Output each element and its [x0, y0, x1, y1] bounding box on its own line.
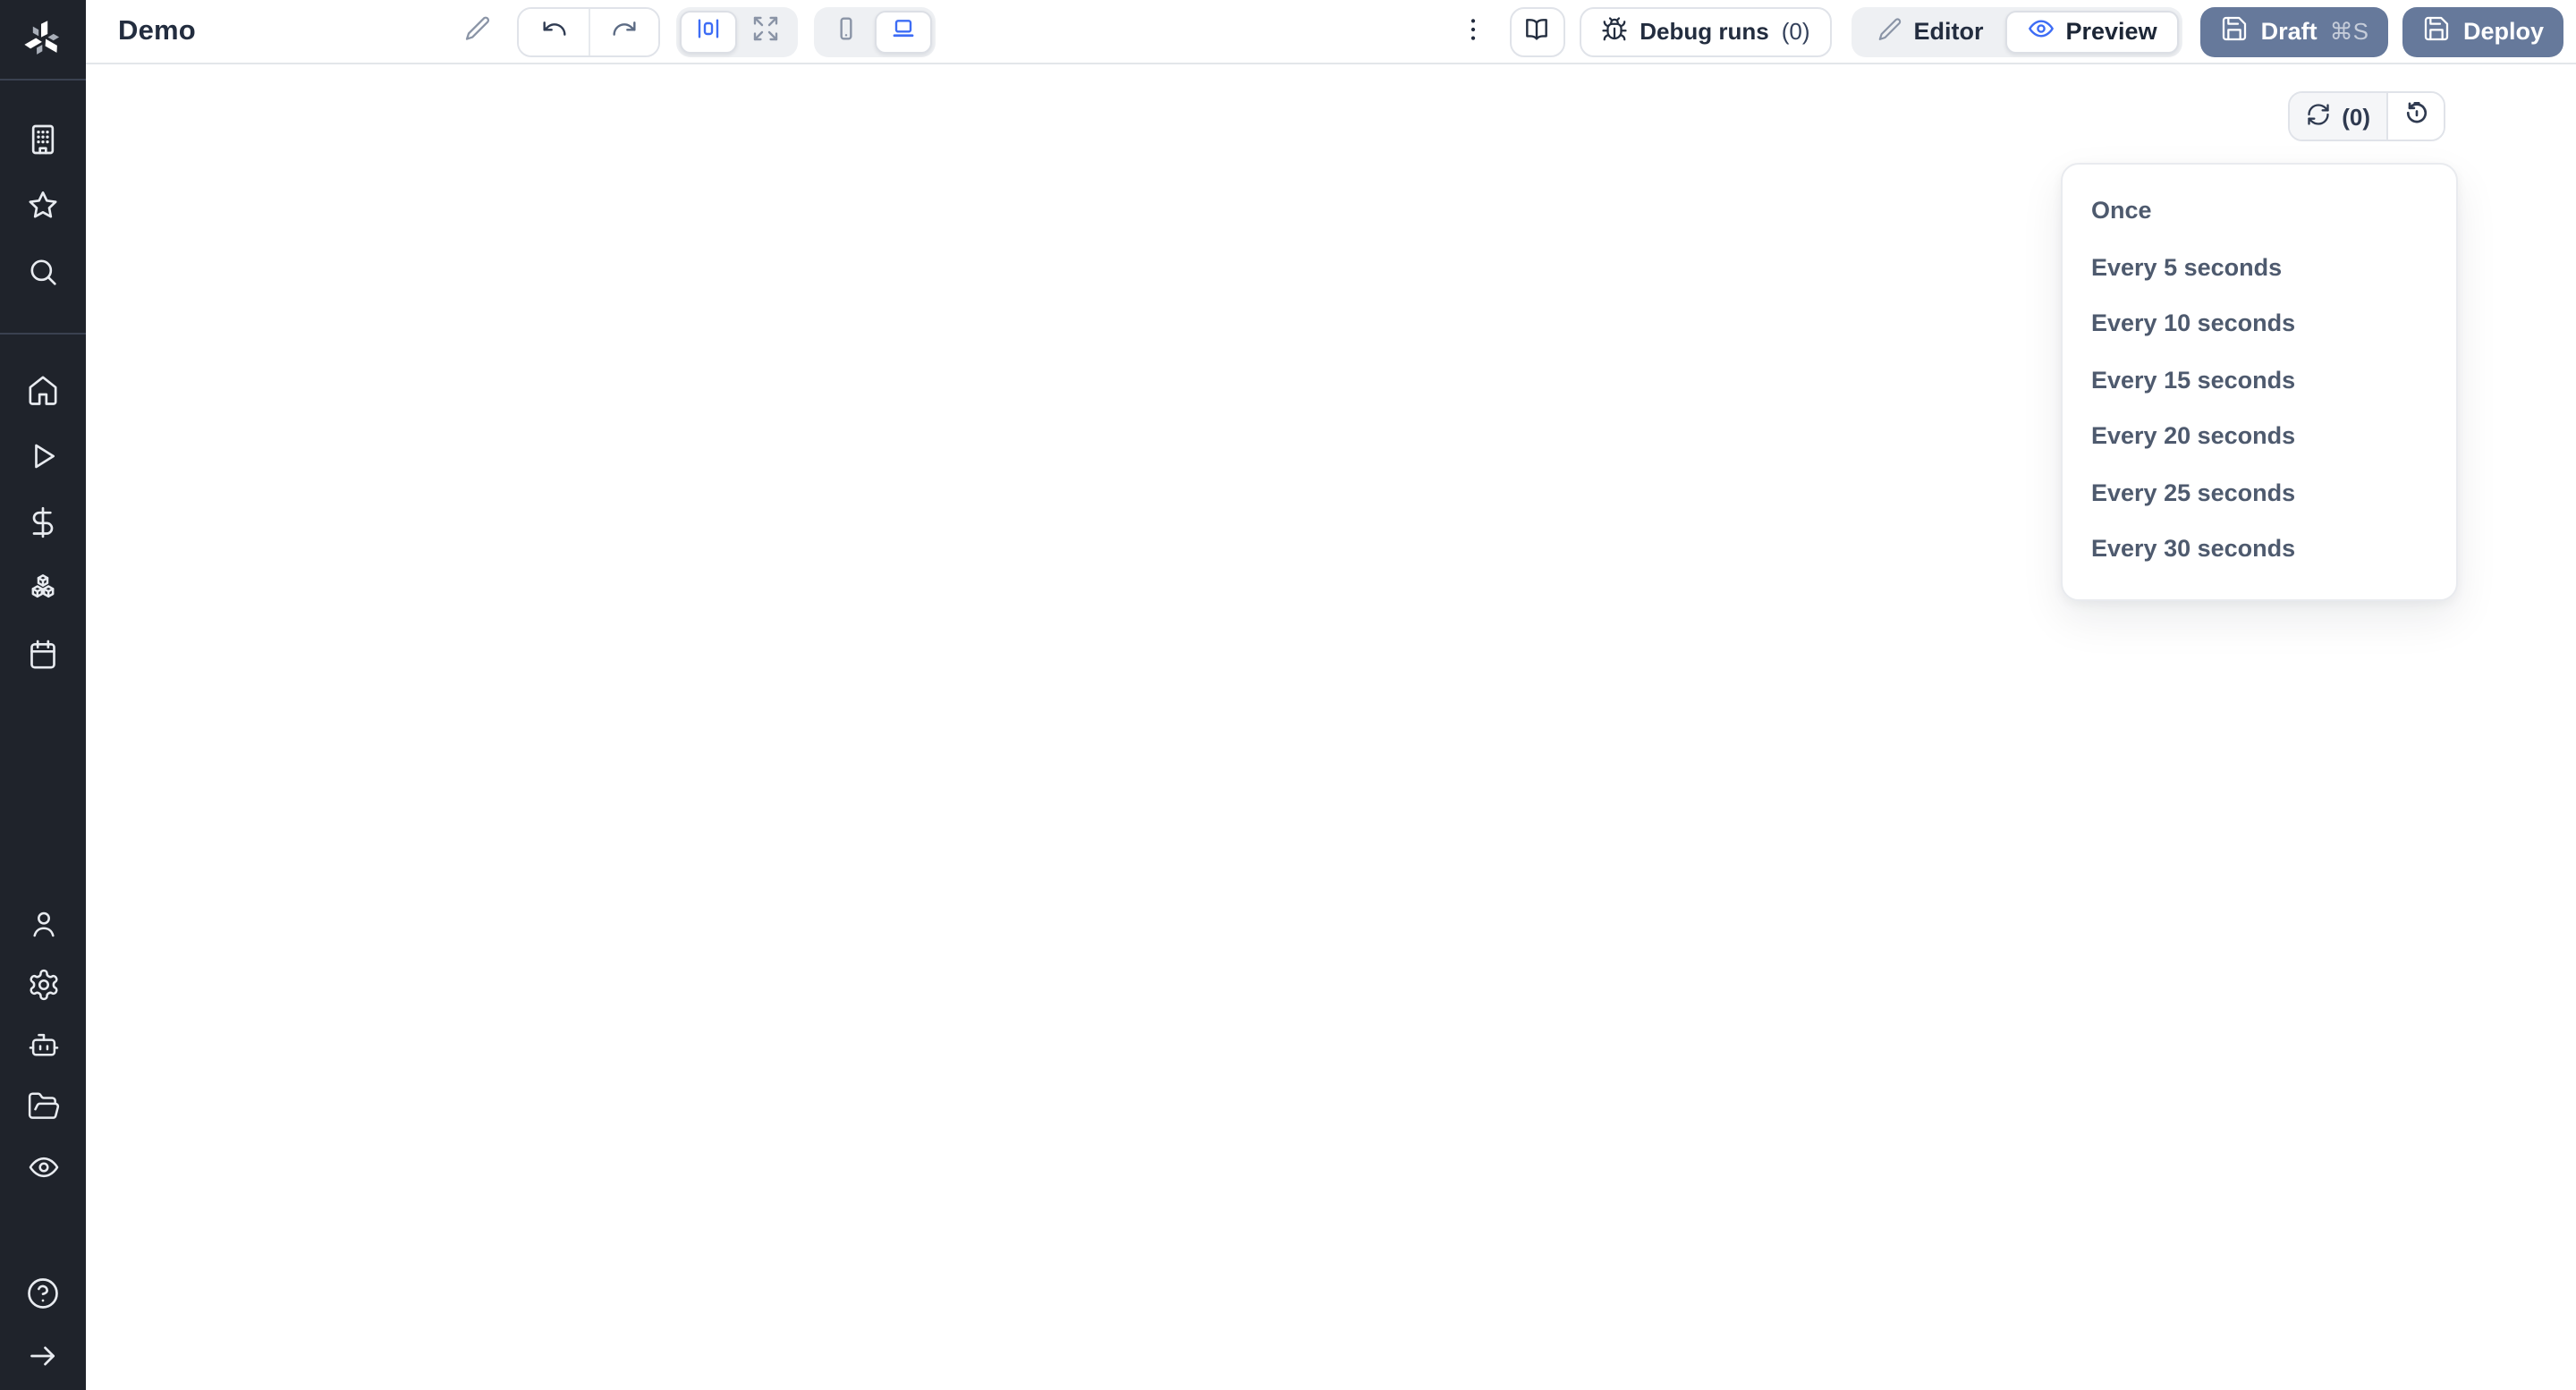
menu-item-every-15s[interactable]: Every 15 seconds — [2063, 352, 2456, 408]
menu-item-every-30s[interactable]: Every 30 seconds — [2063, 521, 2456, 578]
deploy-label: Deploy — [2463, 18, 2544, 45]
sidebar-group-main — [0, 335, 86, 687]
refresh-controls: (0) — [2288, 91, 2445, 141]
star-icon — [25, 187, 61, 223]
laptop-icon — [890, 14, 919, 48]
eye-icon — [26, 1149, 60, 1183]
home-icon — [25, 371, 61, 407]
more-options-button[interactable] — [1457, 13, 1487, 49]
refresh-count: (0) — [2342, 103, 2370, 130]
justify-spacing-icon — [695, 14, 724, 48]
sidebar-item-users[interactable] — [0, 893, 86, 954]
expand-icon — [752, 14, 781, 48]
draft-label: Draft — [2261, 18, 2318, 45]
device-preview-toggle — [815, 6, 936, 56]
sidebar — [0, 0, 86, 1390]
menu-item-every-10s[interactable]: Every 10 seconds — [2063, 295, 2456, 352]
edit-title-button[interactable] — [464, 14, 493, 48]
sidebar-item-workspace[interactable] — [0, 106, 86, 172]
kebab-menu-icon — [1457, 13, 1487, 49]
sidebar-item-favorites[interactable] — [0, 172, 86, 238]
dollar-sign-icon — [25, 504, 61, 539]
mobile-icon — [833, 14, 861, 48]
undo-redo-group — [518, 6, 661, 56]
editor-preview-toggle: Editor Preview — [1852, 6, 2182, 56]
sidebar-group-footer — [0, 1261, 86, 1390]
draft-shortcut: ⌘S — [2330, 17, 2368, 46]
sidebar-group-top — [0, 81, 86, 333]
folder-open-icon — [26, 1089, 60, 1123]
desktop-view-toggle[interactable] — [876, 10, 933, 53]
debug-runs-label: Debug runs — [1640, 18, 1768, 45]
user-icon — [26, 906, 60, 940]
arrow-right-icon — [25, 1337, 61, 1373]
app-canvas: (0) Once Every 5 seconds E — [86, 64, 2576, 1390]
topbar: Demo — [86, 0, 2576, 64]
main-area: Demo — [86, 0, 2576, 1390]
layout-mode-toggle — [677, 6, 799, 56]
sidebar-item-resources[interactable] — [0, 555, 86, 621]
search-icon — [25, 253, 61, 289]
save-icon — [2422, 14, 2451, 48]
sidebar-expand-button[interactable] — [0, 1324, 86, 1386]
save-icon — [2220, 14, 2249, 48]
sidebar-item-variables[interactable] — [0, 488, 86, 555]
preview-label: Preview — [2066, 18, 2157, 45]
fullscreen-layout-toggle[interactable] — [738, 10, 795, 53]
building-icon — [25, 121, 61, 157]
tab-editor[interactable]: Editor — [1855, 10, 2005, 53]
sidebar-item-schedules[interactable] — [0, 621, 86, 687]
windmill-logo[interactable] — [0, 0, 86, 79]
sidebar-item-folders[interactable] — [0, 1075, 86, 1136]
sidebar-item-runs[interactable] — [0, 422, 86, 488]
boxes-icon — [25, 570, 61, 606]
pencil-icon — [464, 14, 493, 48]
schedule-refresh-button[interactable] — [2388, 93, 2444, 140]
sidebar-group-admin — [0, 893, 86, 1197]
book-open-icon — [1522, 14, 1551, 48]
redo-icon — [611, 14, 640, 48]
undo-icon — [540, 14, 569, 48]
bot-icon — [26, 1028, 60, 1062]
menu-item-every-25s[interactable]: Every 25 seconds — [2063, 464, 2456, 521]
editor-label: Editor — [1914, 18, 1984, 45]
help-circle-icon — [25, 1275, 61, 1310]
sidebar-item-help[interactable] — [0, 1261, 86, 1324]
docs-button[interactable] — [1509, 6, 1564, 56]
play-icon — [25, 437, 61, 473]
save-draft-button[interactable]: Draft ⌘S — [2200, 6, 2388, 56]
mobile-view-toggle[interactable] — [818, 10, 876, 53]
redo-button[interactable] — [589, 8, 659, 55]
sidebar-item-settings[interactable] — [0, 954, 86, 1014]
sidebar-item-audit-logs[interactable] — [0, 1136, 86, 1197]
refresh-button[interactable]: (0) — [2290, 93, 2388, 140]
eye-icon — [2027, 14, 2055, 48]
menu-item-every-5s[interactable]: Every 5 seconds — [2063, 239, 2456, 295]
gear-icon — [26, 967, 60, 1001]
menu-item-once[interactable]: Once — [2063, 182, 2456, 239]
sidebar-item-search[interactable] — [0, 238, 86, 304]
debug-runs-button[interactable]: Debug runs (0) — [1579, 6, 1831, 56]
refresh-interval-menu: Once Every 5 seconds Every 10 seconds Ev… — [2061, 163, 2458, 601]
app-editor: Demo — [0, 0, 2576, 1390]
pencil-icon — [1877, 15, 1903, 47]
refresh-icon — [2306, 101, 2331, 131]
tab-preview[interactable]: Preview — [2005, 10, 2179, 53]
bug-icon — [1600, 15, 1627, 47]
centered-layout-toggle[interactable] — [681, 10, 738, 53]
menu-item-every-20s[interactable]: Every 20 seconds — [2063, 408, 2456, 464]
app-title: Demo — [118, 15, 196, 47]
undo-button[interactable] — [520, 8, 589, 55]
history-icon — [2402, 99, 2430, 133]
sidebar-item-workers[interactable] — [0, 1014, 86, 1075]
calendar-icon — [25, 636, 61, 672]
deploy-button[interactable]: Deploy — [2402, 6, 2563, 56]
sidebar-item-home[interactable] — [0, 356, 86, 422]
debug-runs-count: (0) — [1782, 18, 1810, 45]
